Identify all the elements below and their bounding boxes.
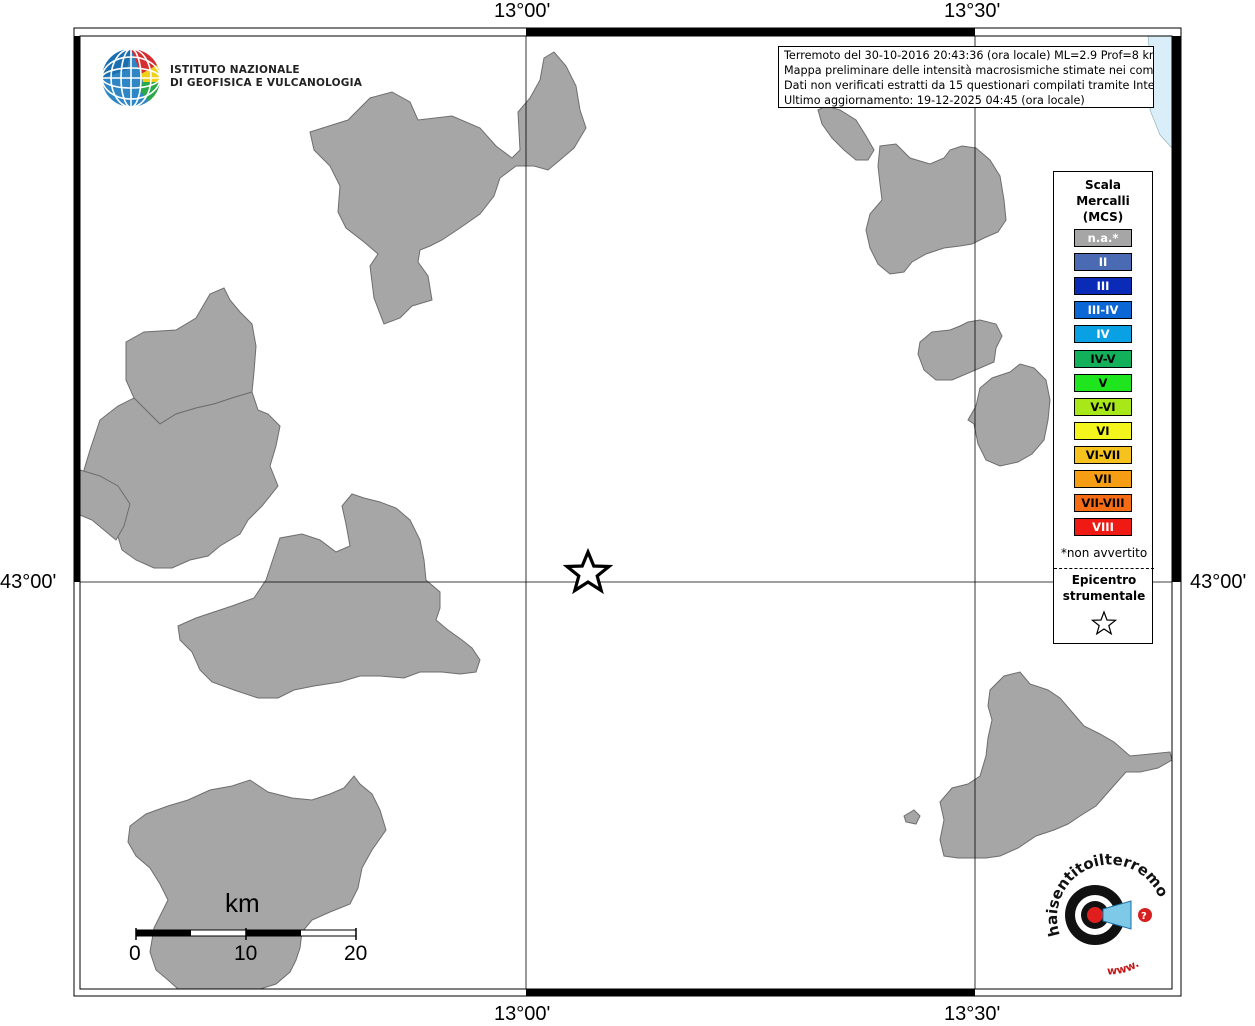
legend-title-line-2: Mercalli: [1076, 194, 1130, 208]
legend-title-line-1: Scala: [1084, 178, 1122, 192]
svg-text:haisentitoilterremoto.it: haisentitoilterremoto.it: [1015, 831, 1172, 938]
badge-www-text: www.: [1107, 957, 1141, 978]
legend-epicenter-line-1: Epicentro: [1071, 573, 1137, 587]
ingv-line-1: ISTITUTO NAZIONALE: [170, 64, 300, 76]
scale-label-10: 10: [234, 942, 258, 965]
legend-title-line-3: (MCS): [1082, 210, 1124, 224]
info-line-4: Ultimo aggiornamento: 19-12-2025 04:45 (…: [784, 94, 1085, 107]
legend-epicenter-line-2: strumentale: [1062, 589, 1146, 603]
badge-site-text: haisentitoilterremoto.it: [1015, 831, 1172, 938]
lon-label-bottom-1: 13°00': [494, 1003, 551, 1025]
legend-swatch-1: II: [1074, 253, 1132, 272]
lat-label-right: 43°00': [1190, 571, 1247, 593]
legend-separator: [1054, 568, 1154, 569]
legend-swatch-4: IV: [1074, 325, 1132, 344]
scale-label-0: 0: [129, 942, 141, 965]
legend-swatch-5: IV-V: [1074, 349, 1132, 368]
legend-swatch-7: V-VI: [1074, 397, 1132, 416]
info-line-1: Terremoto del 30-10-2016 20:43:36 (ora l…: [784, 49, 1154, 62]
legend-swatch-0: n.a.*: [1074, 229, 1132, 247]
mcs-legend: Scala Mercalli (MCS) n.a.* II III III-IV IV I…: [1053, 171, 1154, 644]
scale-unit-label: km: [225, 888, 260, 918]
info-line-3: Dati non verificati estratti da 15 quest…: [784, 79, 1154, 92]
info-line-2: Mappa preliminare delle intensità macros…: [784, 64, 1154, 77]
svg-text:www.: www.: [1107, 957, 1141, 978]
legend-swatch-6: V: [1074, 373, 1132, 392]
legend-swatch-11: VII-VIII: [1074, 494, 1132, 513]
legend-epicenter-label: Epicentro strumentale: [1054, 572, 1154, 604]
haisentito-badge-text[interactable]: haisentitoilterremoto.it www.: [1015, 831, 1180, 985]
legend-swatch-2: III: [1074, 277, 1132, 296]
lat-label-left: 43°00': [0, 571, 57, 593]
ingv-logo-text: ISTITUTO NAZIONALE DI GEOFISICA E VULCAN…: [170, 64, 362, 90]
ingv-line-2: DI GEOFISICA E VULCANOLOGIA: [170, 77, 363, 89]
legend-swatch-9: VI-VII: [1074, 445, 1132, 464]
ingv-globe-icon: [101, 48, 161, 108]
lon-label-top-2: 13°30': [944, 0, 1001, 22]
legend-note: *non avvertito: [1060, 546, 1148, 560]
scale-label-20: 20: [344, 942, 368, 965]
lon-label-bottom-2: 13°30': [944, 1003, 1001, 1025]
event-info-box: Terremoto del 30-10-2016 20:43:36 (ora l…: [778, 46, 1154, 108]
legend-star-icon: [1090, 610, 1118, 636]
lon-label-top-1: 13°00': [494, 0, 551, 22]
legend-swatch-10: VII: [1074, 470, 1132, 488]
legend-swatch-12: VIII: [1074, 518, 1132, 537]
legend-swatch-3: III-IV: [1074, 301, 1132, 320]
legend-title: Scala Mercalli (MCS): [1054, 177, 1152, 225]
legend-swatch-8: VI: [1074, 421, 1132, 440]
